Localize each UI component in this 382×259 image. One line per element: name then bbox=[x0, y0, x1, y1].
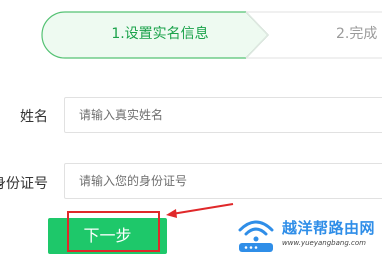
watermark-url: www.yueyangbang.com bbox=[282, 239, 366, 247]
router-wifi-icon bbox=[238, 220, 274, 252]
watermark: 越洋帮路由网 www.yueyangbang.com bbox=[234, 212, 382, 255]
watermark-title: 越洋帮路由网 bbox=[282, 219, 376, 237]
